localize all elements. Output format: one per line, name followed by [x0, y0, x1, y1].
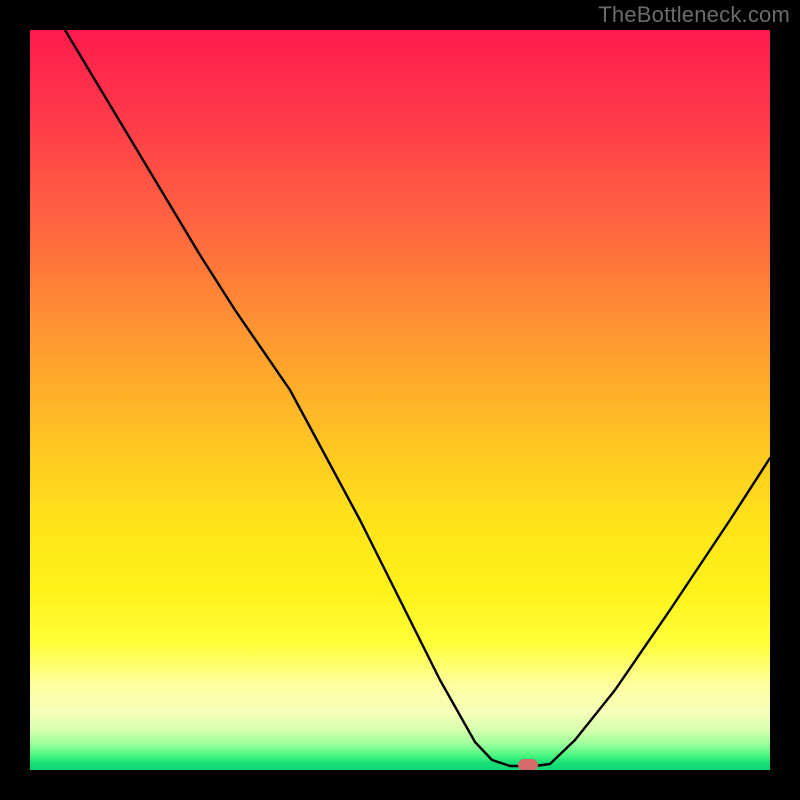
plot-area — [30, 30, 770, 770]
chart-frame: TheBottleneck.com — [0, 0, 800, 800]
optimal-marker — [518, 759, 538, 770]
bottleneck-curve — [30, 30, 770, 770]
watermark-text: TheBottleneck.com — [598, 2, 790, 28]
